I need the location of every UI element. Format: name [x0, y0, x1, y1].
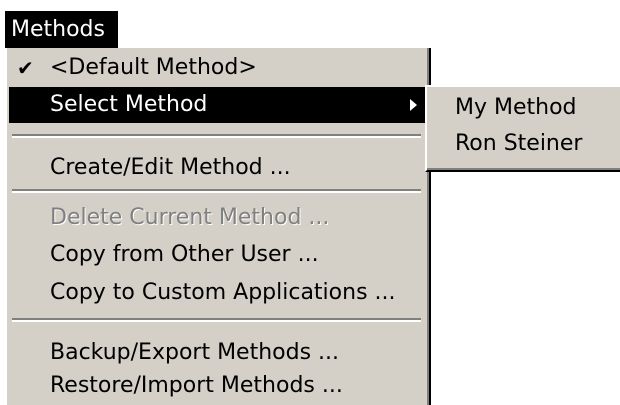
menu-item-label: Create/Edit Method ...: [50, 155, 291, 180]
submenu-item-my-method[interactable]: My Method: [427, 91, 616, 125]
submenu-item-label: Ron Steiner: [455, 131, 583, 156]
menu-separator: [12, 189, 421, 193]
menu-separator: [12, 134, 421, 138]
menu-item-label: Copy from Other User ...: [50, 242, 319, 267]
submenu-item-ron-steiner[interactable]: Ron Steiner: [427, 127, 616, 161]
menu-methods-label: Methods: [11, 17, 105, 42]
menu-item-copy-from-other-user[interactable]: Copy from Other User ...: [9, 237, 425, 273]
menu-item-copy-to-custom-applications[interactable]: Copy to Custom Applications ...: [9, 275, 425, 311]
menu-item-default-method[interactable]: ✔ <Default Method>: [9, 50, 425, 86]
menu-item-label: Delete Current Method ...: [50, 205, 330, 230]
select-method-submenu: My Method Ron Steiner: [425, 85, 620, 172]
menu-item-select-method[interactable]: Select Method: [9, 87, 425, 123]
menu-item-label: Backup/Export Methods ...: [50, 340, 340, 365]
menu-methods[interactable]: Methods: [5, 11, 118, 48]
menu-item-backup-export-methods[interactable]: Backup/Export Methods ...: [9, 335, 425, 371]
menu-item-label: Restore/Import Methods ...: [50, 373, 343, 398]
menu-item-label: Copy to Custom Applications ...: [50, 280, 396, 305]
methods-dropdown-menu: ✔ <Default Method> Select Method Create/…: [5, 48, 431, 405]
menu-item-create-edit-method[interactable]: Create/Edit Method ...: [9, 150, 425, 186]
submenu-arrow-icon: [410, 99, 417, 111]
menu-item-delete-current-method: Delete Current Method ...: [9, 200, 425, 236]
menu-item-label: Select Method: [50, 92, 208, 117]
submenu-item-label: My Method: [455, 95, 577, 120]
menu-separator: [12, 318, 421, 322]
menu-item-restore-import-methods[interactable]: Restore/Import Methods ...: [9, 368, 425, 404]
checkmark-icon: ✔: [17, 56, 34, 80]
menu-item-label: <Default Method>: [50, 55, 257, 80]
